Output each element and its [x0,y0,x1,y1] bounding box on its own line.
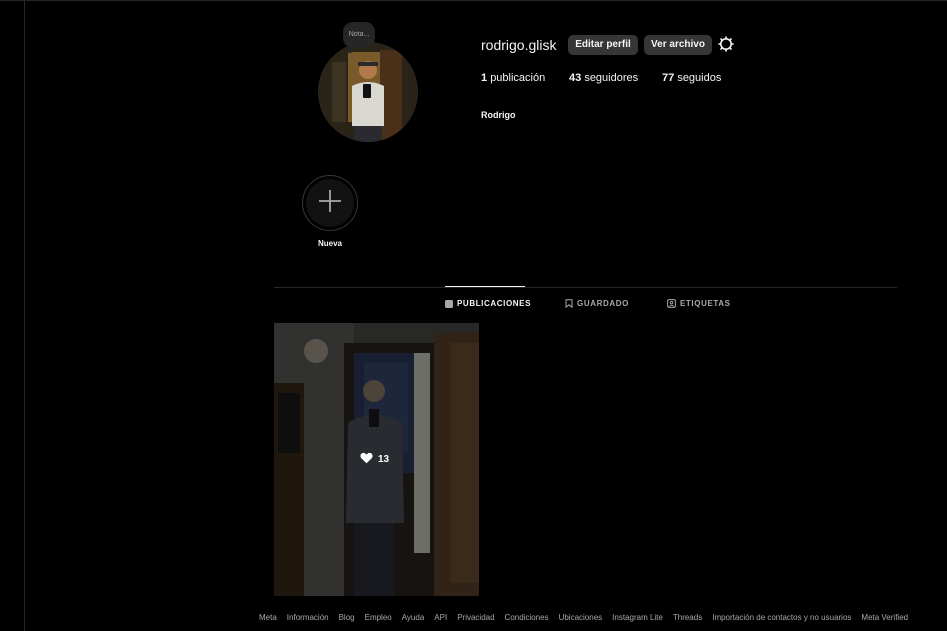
tab-tagged-label: ETIQUETAS [680,299,731,308]
note-bubble[interactable]: Nota... [343,22,375,53]
bookmark-icon [565,299,573,308]
profile-page: Nota... rodrigo.glisk Editar perfil Ver … [0,0,947,631]
footer-link-threads[interactable]: Threads [673,613,702,622]
footer-link-ubicaciones[interactable]: Ubicaciones [559,613,603,622]
footer-link-contact-import[interactable]: Importación de contactos y no usuarios [712,613,851,622]
followers-count: 43 [569,72,582,84]
footer-link-meta[interactable]: Meta [259,613,277,622]
profile-username: rodrigo.glisk [481,37,557,53]
posts-count: 1 [481,72,488,84]
grid-icon [445,299,453,308]
footer-link-privacidad[interactable]: Privacidad [457,613,494,622]
tab-saved-label: GUARDADO [577,299,629,308]
profile-full-name: Rodrigo [481,110,516,120]
footer-link-informacion[interactable]: Información [287,613,329,622]
tag-icon [667,299,676,308]
active-tab-indicator [445,286,525,287]
heart-icon [360,452,373,467]
post-likes-overlay: 13 [360,452,389,467]
edit-profile-button[interactable]: Editar perfil [568,35,638,55]
highlight-inner [306,179,354,227]
footer-link-blog[interactable]: Blog [339,613,355,622]
posts-label: publicación [490,72,546,84]
likes-count: 13 [378,454,390,465]
posts-count-stat: 1 publicación [481,72,545,84]
new-highlight-label: Nueva [317,239,342,248]
view-archive-button[interactable]: Ver archivo [644,35,712,55]
settings-gear-icon[interactable] [718,36,734,52]
profile-avatar[interactable] [318,42,418,142]
tab-posts-label: PUBLICACIONES [457,299,532,308]
footer-link-api[interactable]: API [434,613,447,622]
following-label: seguidos [677,72,722,84]
tab-saved[interactable]: GUARDADO [565,299,629,308]
followers-label: seguidores [584,72,639,84]
footer-link-ayuda[interactable]: Ayuda [402,613,425,622]
footer-link-condiciones[interactable]: Condiciones [505,613,549,622]
new-highlight-button[interactable] [302,175,358,231]
footer-link-instagram-lite[interactable]: Instagram Lite [612,613,663,622]
tabs-divider [274,287,897,288]
sidebar-divider [24,0,25,631]
top-divider [0,0,947,1]
footer-links: Meta Información Blog Empleo Ayuda API P… [259,613,908,622]
plus-icon [317,188,343,219]
footer-link-empleo[interactable]: Empleo [365,613,392,622]
following-link[interactable]: 77 seguidos [662,72,721,84]
footer-link-meta-verified[interactable]: Meta Verified [861,613,908,622]
following-count: 77 [662,72,675,84]
tab-tagged[interactable]: ETIQUETAS [667,299,731,308]
followers-link[interactable]: 43 seguidores [569,72,638,84]
tab-posts[interactable]: PUBLICACIONES [445,299,531,308]
